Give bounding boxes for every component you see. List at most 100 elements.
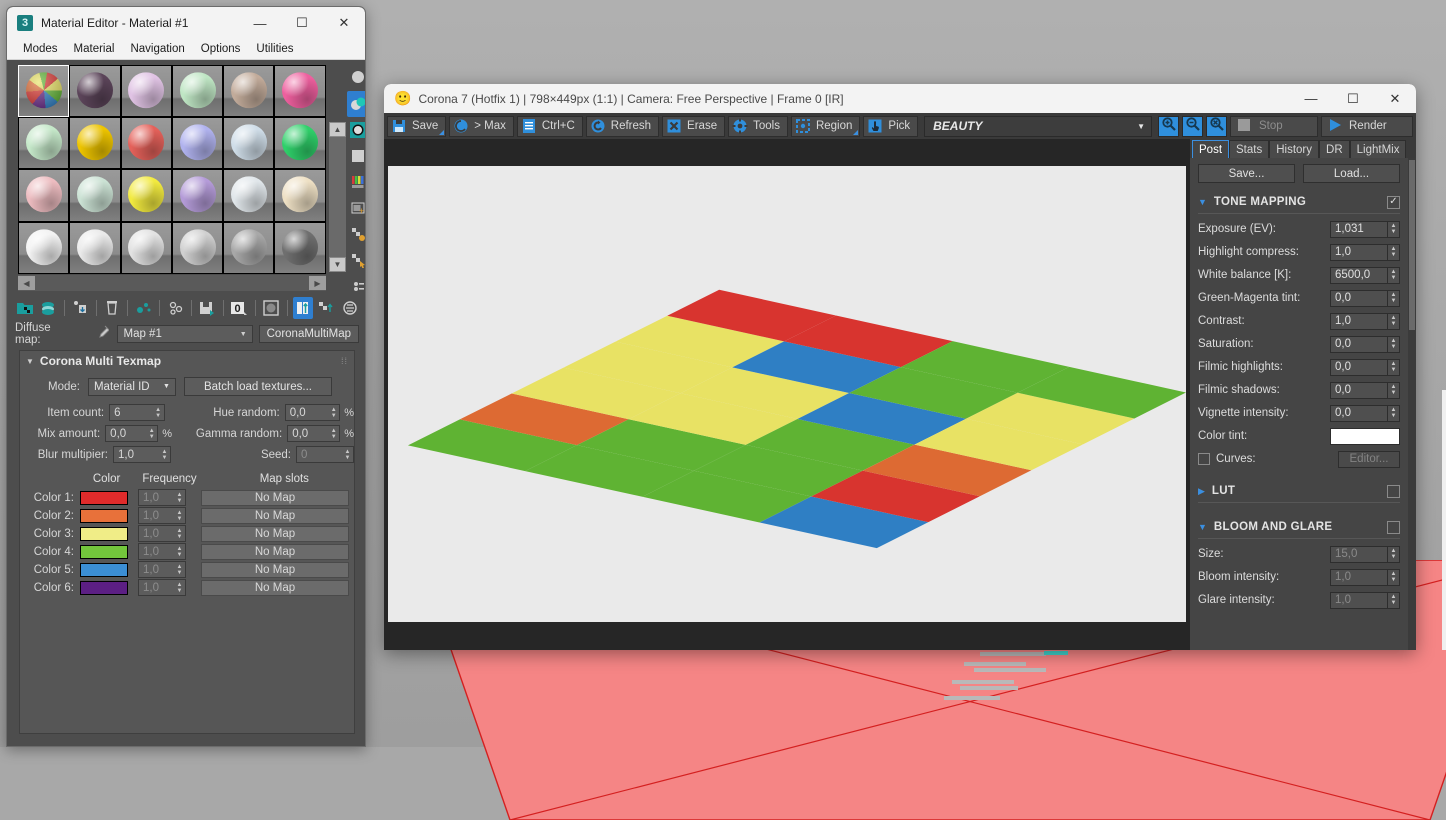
- spinner-arrows-icon[interactable]: ▲ ▼: [153, 405, 164, 420]
- post-row-color-tint[interactable]: Color tint:: [1198, 427, 1400, 445]
- select-by-material-icon[interactable]: [347, 247, 365, 273]
- vfb-region-button[interactable]: Region: [790, 115, 861, 137]
- material-slot-15[interactable]: [120, 169, 172, 222]
- post-row-size[interactable]: Size: 15,0 ▲ ▼: [1198, 545, 1400, 563]
- spinner-arrows-icon[interactable]: ▲ ▼: [174, 544, 185, 559]
- spinner-arrows-icon[interactable]: ▲ ▼: [174, 562, 185, 577]
- post-spinner-arrows-icon[interactable]: ▲ ▼: [1388, 568, 1400, 586]
- color-swatch-5[interactable]: [80, 562, 128, 577]
- vfb-tab-bar[interactable]: Post Stats History DR LightMix: [1190, 139, 1416, 158]
- material-slot-24[interactable]: [274, 221, 326, 274]
- material-editor-titlebar[interactable]: 3 Material Editor - Material #1 — ☐ ✕: [7, 7, 365, 39]
- material-editor-vertical-toolbar[interactable]: +: [347, 65, 365, 295]
- post-field-saturation[interactable]: 0,0: [1330, 335, 1388, 353]
- rollout-header[interactable]: ▼ Corona Multi Texmap ⁞⁞: [20, 351, 354, 371]
- map-slot-button-6[interactable]: No Map: [201, 579, 349, 596]
- post-row-contrast[interactable]: Contrast: 1,0 ▲ ▼: [1198, 312, 1400, 330]
- triangle-down-icon[interactable]: ▼: [1198, 197, 1207, 207]
- material-slot-4[interactable]: [171, 65, 224, 118]
- post-spinner-arrows-icon[interactable]: ▲ ▼: [1388, 358, 1400, 376]
- param-spinner-hue-random-[interactable]: 0,0 ▲ ▼: [284, 404, 341, 421]
- post-spinner-arrows-icon[interactable]: ▲ ▼: [1388, 545, 1400, 563]
- frequency-spinner-4[interactable]: 1,0 ▲ ▼: [138, 543, 186, 560]
- tab-lightmix[interactable]: LightMix: [1349, 140, 1407, 158]
- vfb-pick-button[interactable]: Pick: [863, 115, 919, 137]
- param-spinner-item-count-[interactable]: 6 ▲ ▼: [109, 404, 165, 421]
- post-field-green-magenta-tint[interactable]: 0,0: [1330, 289, 1388, 307]
- scroll-track[interactable]: [329, 137, 346, 257]
- backlight-icon[interactable]: [347, 91, 365, 117]
- save-preset-button[interactable]: Save...: [1198, 164, 1295, 183]
- vfb-toolbar[interactable]: Save > Max Ctrl+C Refresh Erase Tools Region Pi…: [384, 113, 1416, 139]
- post-row-white-balance-k[interactable]: White balance [K]: 6500,0 ▲ ▼: [1198, 266, 1400, 284]
- vfb-zoom-reset-button[interactable]: [1206, 115, 1227, 137]
- vfb-refresh-button[interactable]: Refresh: [585, 115, 660, 137]
- section-enable-checkbox[interactable]: [1387, 520, 1400, 534]
- corona-multi-texmap-rollout[interactable]: ▼ Corona Multi Texmap ⁞⁞ Mode: Material …: [19, 350, 355, 734]
- section-header-tone-mapping[interactable]: ▼ TONE MAPPING ✓: [1198, 192, 1400, 212]
- go-to-parent-icon[interactable]: [315, 297, 336, 319]
- curves-checkbox[interactable]: [1198, 453, 1210, 465]
- post-field-glare-intensity[interactable]: 1,0: [1330, 591, 1388, 609]
- map-slot-button-3[interactable]: No Map: [201, 525, 349, 542]
- eyedropper-icon[interactable]: [93, 324, 111, 345]
- curves-editor-button[interactable]: Editor...: [1338, 450, 1400, 468]
- section-header-lut[interactable]: ▶ LUT: [1198, 481, 1400, 501]
- vfb-titlebar[interactable]: 🙂 Corona 7 (Hotfix 1) | 798×449px (1:1) …: [384, 84, 1416, 113]
- material-slot-21[interactable]: [120, 221, 172, 274]
- triangle-right-icon[interactable]: ▶: [1198, 486, 1205, 497]
- vfb-ctrl+c-button[interactable]: Ctrl+C: [516, 115, 583, 137]
- post-row-exposure-ev[interactable]: Exposure (EV): 1,031 ▲ ▼: [1198, 220, 1400, 238]
- menu-options[interactable]: Options: [193, 41, 249, 57]
- vfb-zoom-in-button[interactable]: [1158, 115, 1179, 137]
- maximize-button[interactable]: ☐: [281, 8, 323, 39]
- menu-utilities[interactable]: Utilities: [248, 41, 301, 57]
- rendered-image[interactable]: [388, 166, 1186, 622]
- background-checker-icon[interactable]: [347, 117, 365, 143]
- material-slot-10[interactable]: [171, 117, 224, 170]
- mode-row[interactable]: Mode: Material ID ▼ Batch load textures.…: [20, 371, 354, 396]
- material-slot-6[interactable]: [274, 65, 326, 118]
- slot-grid-vscrollbar[interactable]: ▲ ▼: [329, 122, 347, 272]
- material-editor-menubar[interactable]: Modes Material Navigation Options Utilit…: [7, 39, 365, 60]
- post-spinner-arrows-icon[interactable]: ▲ ▼: [1388, 404, 1400, 422]
- param-spinner-gamma-random-[interactable]: 0,0 ▲ ▼: [287, 425, 341, 442]
- vfb-post-panel[interactable]: Save... Load... ▼ TONE MAPPING ✓ Exposure (…: [1190, 158, 1408, 650]
- scrollbar-thumb[interactable]: [1409, 160, 1415, 330]
- batch-load-textures-button[interactable]: Batch load textures...: [183, 377, 332, 396]
- make-material-copy-icon[interactable]: [133, 297, 154, 319]
- param-spinner-seed-[interactable]: 0 ▲ ▼: [296, 446, 354, 463]
- video-color-check-icon[interactable]: [347, 169, 365, 195]
- color-row-5[interactable]: Color 5: 1,0 ▲ ▼ No Map: [20, 561, 354, 578]
- go-forward-to-sibling-icon[interactable]: [338, 297, 359, 319]
- material-slot-grid[interactable]: [18, 65, 326, 274]
- map-type-button[interactable]: CoronaMultiMap: [258, 325, 359, 343]
- material-effects-channel-icon[interactable]: 0: [229, 297, 250, 319]
- vfb-save-button[interactable]: Save: [387, 115, 447, 137]
- material-slot-11[interactable]: [223, 117, 275, 170]
- color-row-1[interactable]: Color 1: 1,0 ▲ ▼ No Map: [20, 489, 354, 506]
- color-swatch-2[interactable]: [80, 508, 128, 523]
- post-spinner-arrows-icon[interactable]: ▲ ▼: [1388, 220, 1400, 238]
- post-row-glare-intensity[interactable]: Glare intensity: 1,0 ▲ ▼: [1198, 591, 1400, 609]
- menu-navigation[interactable]: Navigation: [122, 41, 192, 57]
- sample-uv-tiling-icon[interactable]: [347, 143, 365, 169]
- color-swatch-6[interactable]: [80, 580, 128, 595]
- material-slot-7[interactable]: [18, 117, 70, 170]
- color-tint-swatch[interactable]: [1330, 427, 1400, 445]
- spinner-arrows-icon[interactable]: ▲ ▼: [159, 447, 170, 462]
- post-field-highlight-compress[interactable]: 1,0: [1330, 243, 1388, 261]
- scroll-down-arrow-icon[interactable]: ▼: [329, 257, 346, 272]
- post-field-white-balance-k[interactable]: 6500,0: [1330, 266, 1388, 284]
- color-swatch-3[interactable]: [80, 526, 128, 541]
- map-slot-button-1[interactable]: No Map: [201, 489, 349, 506]
- spinner-arrows-icon[interactable]: ▲ ▼: [174, 490, 185, 505]
- post-row-bloom-intensity[interactable]: Bloom intensity: 1,0 ▲ ▼: [1198, 568, 1400, 586]
- vfb-minimize-button[interactable]: —: [1290, 84, 1332, 114]
- frequency-spinner-6[interactable]: 1,0 ▲ ▼: [138, 579, 186, 596]
- color-row-4[interactable]: Color 4: 1,0 ▲ ▼ No Map: [20, 543, 354, 560]
- post-row-saturation[interactable]: Saturation: 0,0 ▲ ▼: [1198, 335, 1400, 353]
- make-unique-icon[interactable]: [165, 297, 186, 319]
- spinner-arrows-icon[interactable]: ▲ ▼: [146, 426, 157, 441]
- map-slot-button-4[interactable]: No Map: [201, 543, 349, 560]
